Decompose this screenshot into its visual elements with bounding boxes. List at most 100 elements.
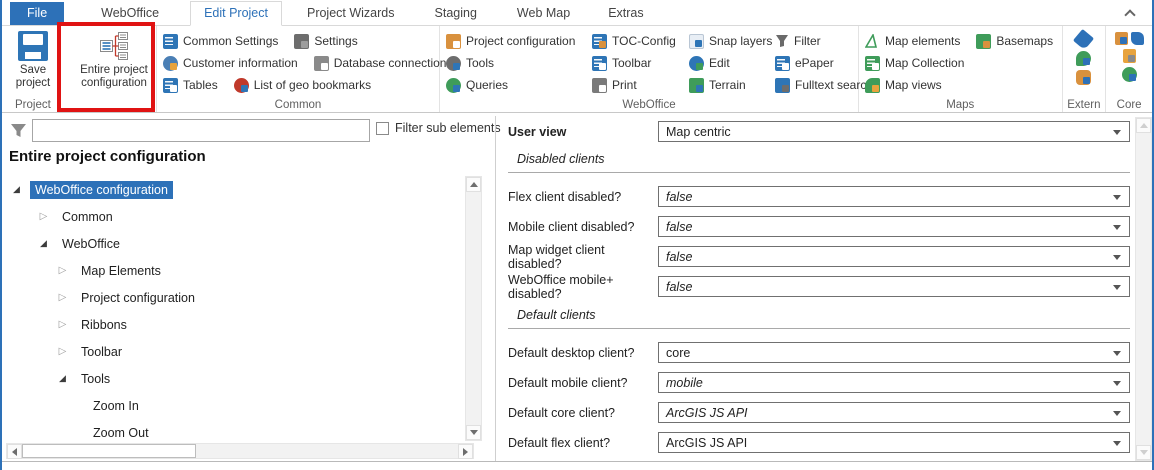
map-elements-button[interactable]: Map elements <box>865 34 960 48</box>
basemaps-button[interactable]: Basemaps <box>976 33 1053 49</box>
clock-icon[interactable] <box>1121 67 1137 82</box>
tree-item-label[interactable]: Ribbons <box>76 316 132 334</box>
tree-item[interactable]: ▷ Common <box>4 203 464 230</box>
tables-button[interactable]: Tables <box>163 77 218 93</box>
queries-button[interactable]: Queries <box>446 74 592 96</box>
database-icon <box>313 55 329 71</box>
tab-web-map[interactable]: Web Map <box>504 2 583 25</box>
scroll-right-icon[interactable] <box>458 444 473 459</box>
tree-item-label[interactable]: Project configuration <box>76 289 200 307</box>
tree-item-label[interactable]: WebOffice <box>57 235 125 253</box>
map-pin-icon[interactable] <box>1076 51 1092 66</box>
tab-extras[interactable]: Extras <box>595 2 656 25</box>
snap-page-icon <box>689 33 704 49</box>
tree-item-label[interactable]: Toolbar <box>76 343 127 361</box>
print-button[interactable]: Print <box>592 74 689 96</box>
map-collection-button[interactable]: Map Collection <box>865 55 964 71</box>
database-connections-button[interactable]: Database connections <box>313 55 452 71</box>
customer-information-button[interactable]: Customer information <box>163 55 298 71</box>
tree-item[interactable]: ▷ Map Elements <box>4 257 464 284</box>
geo-bookmarks-button[interactable]: List of geo bookmarks <box>233 77 371 93</box>
tree-expanded-icon[interactable]: ◢ <box>37 238 50 249</box>
database-search-icon[interactable] <box>1076 70 1092 85</box>
tree-item-label[interactable]: Map Elements <box>76 262 166 280</box>
default-flex-client-dropdown[interactable]: ArcGIS JS API <box>658 432 1130 453</box>
configuration-tree: ◢ WebOffice configuration ▷ Common ◢ Web… <box>4 176 464 440</box>
tab-file[interactable]: File <box>10 2 65 25</box>
wrench-icon[interactable] <box>1130 32 1144 45</box>
tree-item[interactable]: ◢ WebOffice configuration <box>4 176 464 203</box>
map-views-button[interactable]: Map views <box>865 77 942 93</box>
clipboard-icon <box>446 33 461 49</box>
window-layout-icon[interactable] <box>1114 32 1128 45</box>
scroll-left-icon[interactable] <box>7 444 22 459</box>
filter-input[interactable] <box>32 119 370 142</box>
tools-button[interactable]: Tools <box>446 52 592 74</box>
weboffice-mobileplus-disabled-dropdown[interactable]: false <box>658 276 1130 297</box>
tree-item-label[interactable]: Common <box>57 208 118 226</box>
tab-project-wizards[interactable]: Project Wizards <box>294 2 408 25</box>
user-view-dropdown[interactable]: Map centric <box>658 121 1130 142</box>
terrain-button[interactable]: Terrain <box>689 74 775 96</box>
section-default-clients: Default clients <box>508 308 1130 329</box>
default-desktop-client-dropdown[interactable]: core <box>658 342 1130 363</box>
project-tree-icon <box>100 32 128 60</box>
scroll-up-icon[interactable] <box>466 177 481 192</box>
tab-weboffice[interactable]: WebOffice <box>88 2 172 25</box>
tree-item[interactable]: ▷ Ribbons <box>4 311 464 338</box>
common-settings-button[interactable]: Common Settings <box>163 33 278 49</box>
form-row-default-mobile: Default mobile client? mobile <box>508 372 1130 393</box>
tree-item-label[interactable]: Tools <box>76 370 115 388</box>
tree-item-label[interactable]: WebOffice configuration <box>30 180 173 199</box>
scroll-up-icon[interactable] <box>1136 118 1151 133</box>
tree-item[interactable]: Zoom Out <box>4 419 464 440</box>
scroll-down-icon[interactable] <box>1136 445 1151 460</box>
tree-item[interactable]: ▷ Project configuration <box>4 284 464 311</box>
form-vertical-scrollbar[interactable] <box>1135 117 1152 461</box>
tree-collapsed-icon[interactable]: ▷ <box>37 211 50 222</box>
tree-collapsed-icon[interactable]: ▷ <box>56 346 69 357</box>
map-views-eye-icon <box>865 77 880 93</box>
collapse-ribbon-icon[interactable] <box>1124 9 1136 21</box>
tree-expanded-icon[interactable]: ◢ <box>56 373 69 384</box>
tree-vertical-scrollbar[interactable] <box>465 176 482 441</box>
save-project-button[interactable]: Save project <box>10 31 56 97</box>
group-label-weboffice: WebOffice <box>622 99 676 111</box>
group-label-core: Core <box>1116 99 1142 111</box>
tree-item[interactable]: ◢ Tools <box>4 365 464 392</box>
scroll-down-icon[interactable] <box>466 425 481 440</box>
tree-expanded-icon[interactable]: ◢ <box>10 184 23 195</box>
scrollbar-thumb[interactable] <box>22 444 196 458</box>
settings-button[interactable]: Settings <box>294 33 358 49</box>
printer-icon <box>592 77 607 93</box>
mobile-client-disabled-dropdown[interactable]: false <box>658 216 1130 237</box>
edit-pencil-icon <box>689 55 704 71</box>
tree-item-label[interactable]: Zoom Out <box>88 424 154 441</box>
entire-project-configuration-button[interactable]: Entire project configuration <box>68 31 160 97</box>
tree-horizontal-scrollbar[interactable] <box>6 443 474 459</box>
flex-client-disabled-dropdown[interactable]: false <box>658 186 1130 207</box>
snap-layers-button[interactable]: Snap layers <box>689 30 775 52</box>
customer-info-icon <box>163 55 178 71</box>
pin-icon[interactable] <box>1073 28 1095 51</box>
tree-item-label[interactable]: Zoom In <box>88 397 144 415</box>
vertical-adjust-icon[interactable] <box>1122 49 1136 63</box>
tree-item[interactable]: Zoom In <box>4 392 464 419</box>
form-row-flex-disabled: Flex client disabled? false <box>508 186 1130 207</box>
field-label: Default desktop client? <box>508 345 635 360</box>
default-core-client-dropdown[interactable]: ArcGIS JS API <box>658 402 1130 423</box>
tree-collapsed-icon[interactable]: ▷ <box>56 292 69 303</box>
edit-button[interactable]: Edit <box>689 52 775 74</box>
tree-collapsed-icon[interactable]: ▷ <box>56 265 69 276</box>
tree-collapsed-icon[interactable]: ▷ <box>56 319 69 330</box>
toc-config-button[interactable]: TOC-Config <box>592 30 689 52</box>
map-widget-client-disabled-dropdown[interactable]: false <box>658 246 1130 267</box>
tree-item[interactable]: ▷ Toolbar <box>4 338 464 365</box>
tab-staging[interactable]: Staging <box>422 2 490 25</box>
default-mobile-client-dropdown[interactable]: mobile <box>658 372 1130 393</box>
tree-item[interactable]: ◢ WebOffice <box>4 230 464 257</box>
filter-sub-elements-checkbox[interactable] <box>376 122 389 135</box>
toolbar-button[interactable]: Toolbar <box>592 52 689 74</box>
tab-edit-project[interactable]: Edit Project <box>190 1 282 26</box>
project-configuration-button[interactable]: Project configuration <box>446 30 592 52</box>
